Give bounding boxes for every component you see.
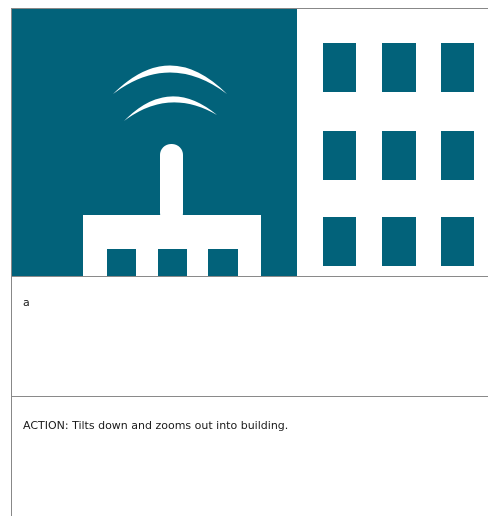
storyboard-illustration <box>12 9 488 276</box>
tower-base-building-icon <box>83 215 261 276</box>
storyboard-panel: a ACTION: Tilts down and zooms out into … <box>11 8 488 516</box>
divider-bottom <box>12 396 488 397</box>
tower-mast <box>160 144 183 224</box>
caption-text: a <box>23 296 30 309</box>
divider-top <box>12 276 488 277</box>
action-text: ACTION: Tilts down and zooms out into bu… <box>23 419 289 432</box>
office-building-windows-icon <box>323 43 474 266</box>
